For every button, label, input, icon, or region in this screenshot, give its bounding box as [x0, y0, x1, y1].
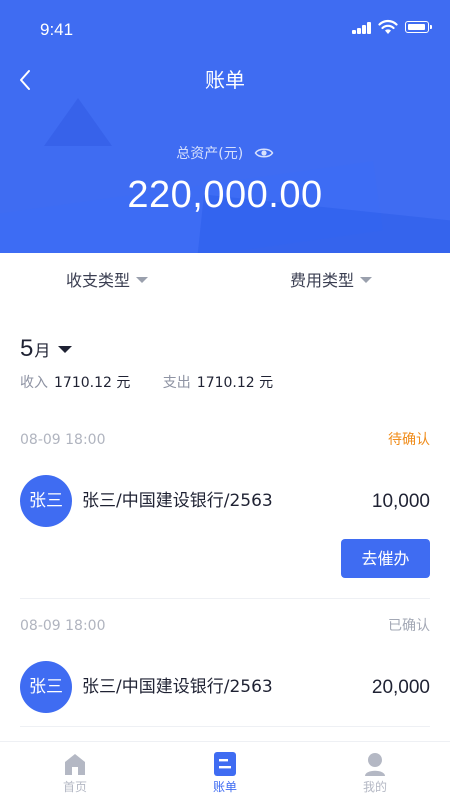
income-label: 收入: [20, 375, 48, 391]
caret-down-icon: [58, 346, 73, 353]
income-value: 1710.12 元: [54, 375, 131, 391]
eye-icon[interactable]: [254, 145, 274, 161]
wifi-icon: [378, 19, 398, 34]
filter-label: 费用类型: [290, 271, 355, 290]
urge-button[interactable]: 去催办: [341, 539, 430, 578]
total-assets-value: 220,000.00: [127, 174, 323, 216]
record-time: 08-09 18:00: [20, 432, 106, 448]
record-amount: 20,000: [371, 677, 430, 698]
filter-label: 收支类型: [66, 271, 131, 290]
list-item[interactable]: 08-09 18:00 待确认 张三 张三/中国建设银行/2563 10,000…: [20, 429, 430, 578]
status-badge: 待确认: [388, 432, 430, 448]
avatar: 张三: [20, 475, 72, 527]
tab-label: 我的: [362, 780, 387, 794]
bottom-tab-bar: 首页 账单 我的: [0, 741, 450, 800]
bill-icon: [214, 752, 236, 776]
expense-value: 1710.12 元: [196, 375, 274, 391]
divider: [20, 598, 430, 599]
filter-fee-type[interactable]: 费用类型: [290, 269, 373, 293]
caret-down-icon: [360, 277, 373, 283]
expense-summary: 支出 1710.12 元: [163, 373, 273, 393]
tab-label: 首页: [62, 780, 87, 794]
month-summary: 5月 收入 1710.12 元 支出 1710.12 元: [20, 333, 440, 393]
filter-bar: 收支类型 费用类型: [0, 253, 450, 309]
header-banner: 9:41 账单 总资产(元) 220,000.00: [0, 0, 450, 253]
tab-label: 账单: [212, 780, 237, 794]
expense-label: 支出: [162, 375, 191, 391]
status-bar: 9:41: [0, 0, 450, 60]
record-amount: 10,000: [371, 491, 430, 512]
status-time: 9:41: [40, 20, 74, 39]
record-time: 08-09 18:00: [20, 618, 106, 634]
record-payee: 张三/中国建设银行/2563: [82, 491, 273, 511]
month-selector[interactable]: 5月: [20, 333, 73, 367]
total-assets-label: 总资产(元): [176, 146, 244, 162]
total-assets-label-row: 总资产(元): [0, 143, 450, 165]
tab-home[interactable]: 首页: [0, 742, 150, 800]
signal-icon: [352, 22, 372, 34]
page-title: 账单: [205, 68, 245, 92]
filter-income-expense-type[interactable]: 收支类型: [66, 269, 149, 293]
profile-icon: [365, 753, 385, 776]
month-totals: 收入 1710.12 元 支出 1710.12 元: [20, 373, 440, 393]
caret-down-icon: [136, 277, 149, 283]
battery-icon: [405, 21, 432, 33]
month-unit: 月: [34, 341, 51, 360]
record-payee: 张三/中国建设银行/2563: [82, 677, 273, 697]
tab-bill[interactable]: 账单: [150, 742, 300, 800]
list-item[interactable]: 08-09 18:00 已确认 张三 张三/中国建设银行/2563 20,000: [20, 615, 430, 715]
tab-profile[interactable]: 我的: [300, 742, 450, 800]
status-badge: 已确认: [388, 618, 430, 634]
month-number: 5: [20, 335, 34, 362]
income-summary: 收入 1710.12 元: [20, 373, 130, 393]
header-decoration: [44, 98, 112, 146]
home-icon: [65, 754, 85, 775]
avatar: 张三: [20, 661, 72, 713]
divider: [20, 726, 430, 727]
